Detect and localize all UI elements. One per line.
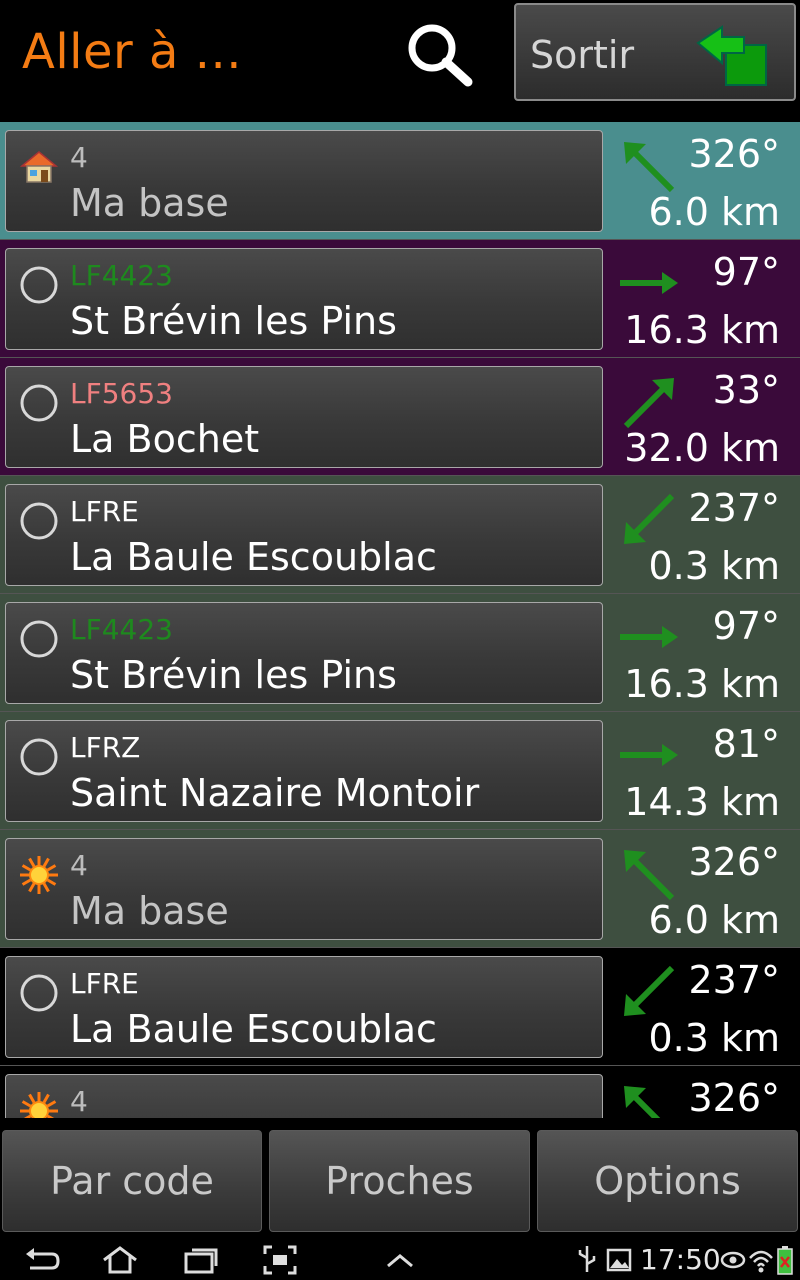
sun-icon [18,854,60,896]
exit-button-label: Sortir [530,33,635,77]
nearby-button[interactable]: Proches [269,1130,530,1232]
waypoint-row[interactable]: LF4423 St Brévin les Pins 97° 16.3 km [0,594,800,712]
waypoint-name: Ma base [70,181,229,225]
waypoint-bearing: 326° [688,1076,780,1118]
exit-button[interactable]: Sortir [514,3,796,101]
waypoint-card[interactable]: 4 Ma base [5,130,603,232]
usb-icon [578,1246,596,1272]
waypoint-row[interactable]: 4 Ma base 326° 6.0 km [0,122,800,240]
waypoint-name: Ma base [70,889,229,933]
waypoint-distance: 16.3 km [624,308,780,352]
circle-icon [18,500,60,542]
exit-arrow-icon [692,23,772,89]
search-icon[interactable] [400,20,480,90]
chevron-up-icon[interactable] [384,1244,416,1276]
recent-apps-icon[interactable] [180,1244,220,1276]
waypoint-distance: 6.0 km [648,190,780,234]
waypoint-code: LFRE [70,495,139,528]
back-icon[interactable] [22,1244,62,1276]
direction-arrow-icon [616,842,682,904]
circle-icon [18,382,60,424]
waypoint-name: St Brévin les Pins [70,653,397,697]
waypoint-row[interactable]: LFRE La Baule Escoublac 237° 0.3 km [0,476,800,594]
waypoint-distance: 32.0 km [624,426,780,470]
waypoint-distance: 0.3 km [648,544,780,588]
waypoint-row[interactable]: LFRE La Baule Escoublac 237° 0.3 km [0,948,800,1066]
waypoint-bearing: 81° [712,722,780,766]
waypoint-card[interactable]: LFRE La Baule Escoublac [5,956,603,1058]
waypoint-code: LF5653 [70,377,173,410]
waypoint-code: LF4423 [70,259,173,292]
waypoint-row[interactable]: 4 326° [0,1066,800,1118]
waypoint-row[interactable]: 4 Ma base 326° 6.0 km [0,830,800,948]
waypoint-code: 4 [70,141,88,174]
direction-arrow-icon [616,606,682,668]
waypoint-row[interactable]: LF5653 La Bochet 33° 32.0 km [0,358,800,476]
waypoint-name: St Brévin les Pins [70,299,397,343]
direction-arrow-icon [616,724,682,786]
circle-icon [18,264,60,306]
direction-arrow-icon [616,370,682,432]
waypoint-bearing: 237° [688,486,780,530]
circle-icon [18,736,60,778]
waypoint-bearing: 326° [688,132,780,176]
waypoint-row[interactable]: LFRZ Saint Nazaire Montoir 81° 14.3 km [0,712,800,830]
system-navigation-bar: 17:50 [0,1240,800,1280]
status-clock: 17:50 [640,1243,721,1276]
waypoint-distance: 14.3 km [624,780,780,824]
waypoint-distance: 16.3 km [624,662,780,706]
waypoint-code: LFRE [70,967,139,1000]
waypoint-bearing: 97° [712,250,780,294]
options-button[interactable]: Options [537,1130,798,1232]
waypoint-bearing: 237° [688,958,780,1002]
direction-arrow-icon [616,134,682,196]
house-icon [18,146,60,188]
waypoint-bearing: 33° [712,368,780,412]
home-icon[interactable] [100,1244,140,1276]
waypoint-name: Saint Nazaire Montoir [70,771,480,815]
by-code-button[interactable]: Par code [2,1130,262,1232]
waypoint-code: LF4423 [70,613,173,646]
direction-arrow-icon [616,960,682,1022]
sun-icon [18,1090,60,1118]
bottom-button-bar: Par code Proches Options [0,1120,800,1240]
waypoint-name: La Bochet [70,417,260,461]
image-icon [606,1248,632,1272]
waypoint-name: La Baule Escoublac [70,535,437,579]
waypoint-code: 4 [70,1085,88,1118]
waypoint-card[interactable]: LFRE La Baule Escoublac [5,484,603,586]
direction-arrow-icon [616,488,682,550]
waypoint-card[interactable]: 4 [5,1074,603,1118]
app-header: Aller à ... Sortir [0,0,800,122]
direction-arrow-icon [616,1078,682,1118]
screenshot-icon[interactable] [262,1244,298,1276]
page-title: Aller à ... [22,24,242,80]
waypoint-bearing: 97° [712,604,780,648]
waypoint-code: 4 [70,849,88,882]
waypoint-list[interactable]: 4 Ma base 326° 6.0 km LF4423 St Brévin les Pi… [0,122,800,1118]
eye-icon [720,1251,746,1269]
waypoint-bearing: 326° [688,840,780,884]
waypoint-distance: 0.3 km [648,1016,780,1060]
waypoint-name: La Baule Escoublac [70,1007,437,1051]
wifi-icon [749,1250,773,1273]
waypoint-code: LFRZ [70,731,141,764]
waypoint-card[interactable]: LF5653 La Bochet [5,366,603,468]
waypoint-distance: 6.0 km [648,898,780,942]
direction-arrow-icon [616,252,682,314]
circle-icon [18,972,60,1014]
circle-icon [18,618,60,660]
waypoint-card[interactable]: LFRZ Saint Nazaire Montoir [5,720,603,822]
waypoint-card[interactable]: 4 Ma base [5,838,603,940]
waypoint-card[interactable]: LF4423 St Brévin les Pins [5,602,603,704]
waypoint-card[interactable]: LF4423 St Brévin les Pins [5,248,603,350]
battery-icon [777,1246,793,1275]
waypoint-row[interactable]: LF4423 St Brévin les Pins 97° 16.3 km [0,240,800,358]
